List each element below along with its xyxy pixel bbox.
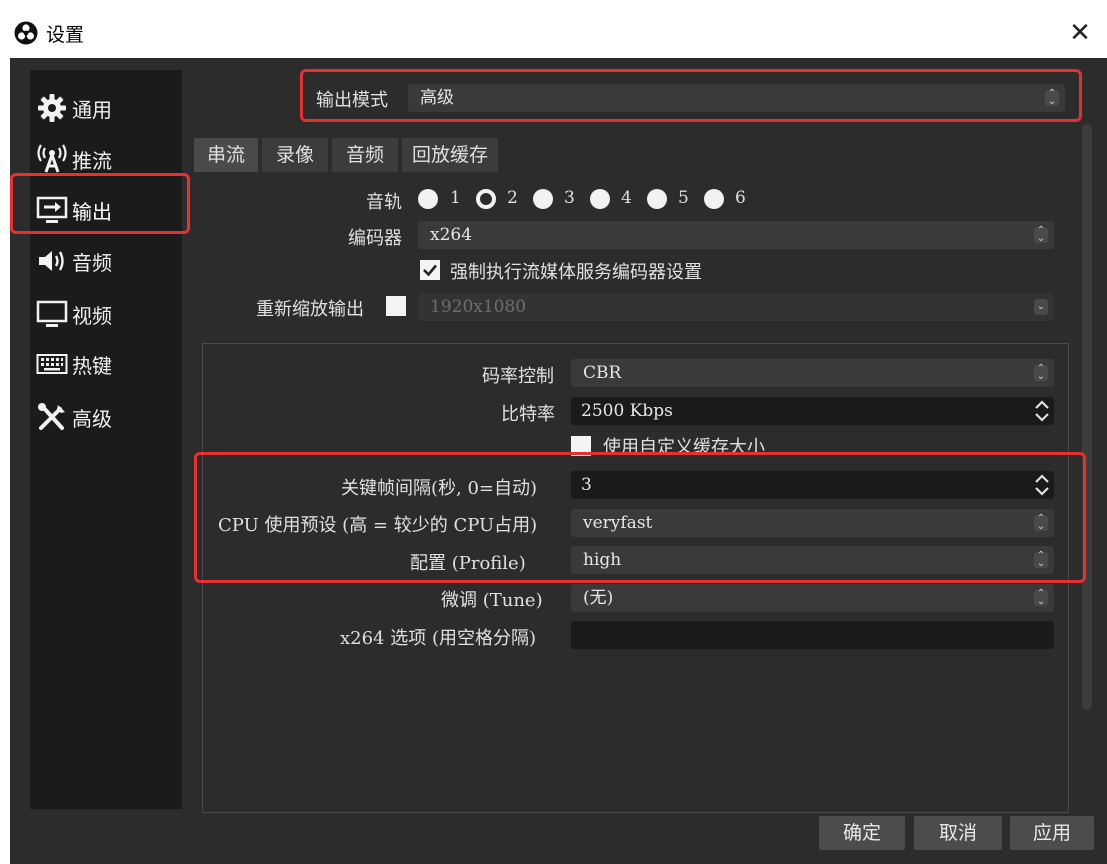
checkmark-icon (423, 264, 437, 277)
window-title: 设置 (46, 24, 85, 46)
sidebar-item-label: 推流 (72, 148, 112, 173)
highlight-box-output (10, 173, 190, 234)
highlight-box-encoder-params (194, 452, 1086, 583)
sidebar-item-video[interactable]: 视频 (30, 292, 182, 336)
enforce-label: 强制执行流媒体服务编码器设置 (450, 262, 702, 283)
track-radio-5[interactable] (647, 189, 667, 209)
track-radio-1[interactable] (418, 189, 438, 209)
track-radio-6[interactable] (704, 189, 724, 209)
chevron-down-icon: ⌄ (1034, 299, 1048, 315)
track-label-4: 4 (621, 188, 632, 208)
spin-arrows-icon: ⌃ ⌄ (1034, 364, 1048, 382)
sidebar-item-label: 通用 (72, 97, 112, 122)
spin-arrows-icon[interactable] (1032, 399, 1052, 423)
tune-value: (无) (583, 588, 614, 608)
rate-control-value: CBR (583, 363, 622, 383)
sidebar-item-audio[interactable]: 音频 (30, 239, 182, 283)
sidebar-item-label: 音频 (72, 250, 112, 275)
bitrate-spinbox[interactable]: 2500 Kbps (571, 397, 1054, 425)
track-label-6: 6 (735, 188, 746, 208)
close-button[interactable]: ✕ (1067, 20, 1093, 46)
encoder-label: 编码器 (348, 228, 402, 249)
sidebar-item-label: 视频 (72, 303, 112, 328)
track-label-5: 5 (678, 188, 689, 208)
bitrate-value: 2500 Kbps (581, 401, 673, 421)
rescale-checkbox[interactable] (386, 296, 406, 316)
audio-track-label: 音轨 (366, 192, 402, 213)
tune-label: 微调 (Tune) (441, 590, 543, 611)
keyboard-icon (35, 349, 69, 379)
tab-recording[interactable]: 录像 (262, 138, 328, 172)
monitor-icon (35, 299, 69, 329)
obs-logo-icon (14, 21, 38, 45)
sidebar-item-hotkeys[interactable]: 热键 (30, 342, 182, 386)
tab-streaming[interactable]: 串流 (194, 138, 258, 172)
tab-audio[interactable]: 音频 (332, 138, 398, 172)
apply-button[interactable]: 应用 (1010, 816, 1094, 850)
spin-arrows-icon: ⌃ ⌄ (1034, 226, 1048, 244)
settings-window: 通用 推流 输出 音频 视频 热键 高级 输出模式 高级 ⌃ ⌄ 串流 录像 音… (10, 58, 1107, 864)
track-radio-4[interactable] (590, 189, 610, 209)
track-label-3: 3 (564, 188, 575, 208)
track-radio-2[interactable] (476, 189, 496, 209)
sidebar-item-label: 热键 (72, 353, 112, 378)
enforce-checkbox[interactable] (420, 260, 440, 280)
encoder-select[interactable]: x264 ⌃ ⌄ (418, 221, 1054, 249)
sidebar-item-label: 高级 (72, 406, 112, 431)
highlight-box-output-mode (300, 69, 1082, 122)
track-radio-3[interactable] (533, 189, 553, 209)
encoder-value: x264 (430, 225, 473, 245)
rescale-select[interactable]: 1920x1080 ⌄ (418, 293, 1054, 321)
bitrate-label: 比特率 (501, 404, 555, 425)
ok-button[interactable]: 确定 (819, 816, 905, 850)
spin-arrows-icon: ⌃ ⌄ (1034, 589, 1048, 607)
tools-icon (35, 402, 69, 432)
rate-control-select[interactable]: CBR ⌃ ⌄ (571, 359, 1054, 387)
title-bar: 设置 ✕ (0, 0, 1107, 58)
track-label-1: 1 (450, 188, 461, 208)
antenna-icon (35, 144, 69, 174)
rescale-value: 1920x1080 (430, 297, 527, 317)
rescale-label: 重新缩放输出 (256, 299, 364, 320)
gear-icon (35, 93, 69, 123)
x264-options-input[interactable] (571, 621, 1054, 649)
tab-replay-buffer[interactable]: 回放缓存 (402, 138, 498, 172)
cancel-button[interactable]: 取消 (914, 816, 1002, 850)
sidebar-item-general[interactable]: 通用 (30, 86, 182, 130)
rate-control-label: 码率控制 (482, 366, 554, 387)
speaker-icon (35, 246, 69, 276)
sidebar-item-advanced[interactable]: 高级 (30, 395, 182, 439)
track-label-2: 2 (507, 188, 518, 208)
x264-options-label: x264 选项 (用空格分隔) (340, 628, 536, 649)
vertical-scrollbar[interactable] (1082, 124, 1092, 710)
tune-select[interactable]: (无) ⌃ ⌄ (571, 584, 1054, 612)
